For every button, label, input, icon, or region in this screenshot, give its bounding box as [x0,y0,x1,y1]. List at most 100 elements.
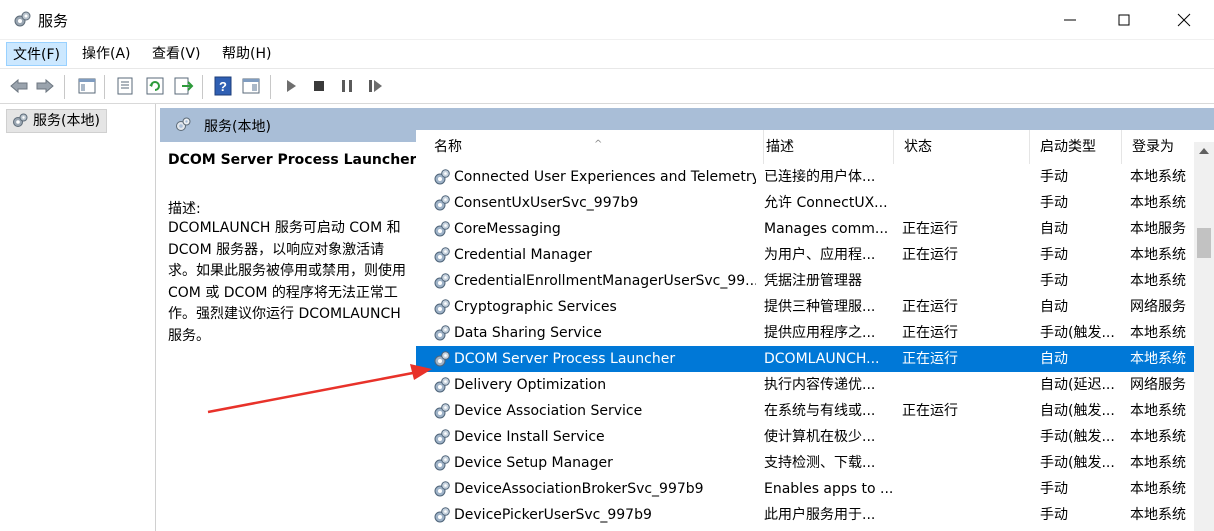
cell-description: Enables apps to ... [764,481,894,497]
column-header-logon-as[interactable]: 登录为 [1122,130,1196,164]
scroll-up-icon[interactable] [1199,148,1209,154]
table-row[interactable]: Device Association Service 在系统与有线或... 正在运行… [416,398,1196,424]
service-name-text: Connected User Experiences and Telemetry [454,169,756,185]
table-row[interactable]: DeviceAssociationBrokerSvc_997b9 Enables … [416,476,1196,502]
service-name-text: CoreMessaging [454,221,561,237]
cell-service-name: DCOM Server Process Launcher [430,346,756,372]
service-gear-icon [432,324,451,343]
toolbar-separator [202,75,203,99]
cell-service-name: Cryptographic Services [430,294,756,320]
table-row[interactable]: Cryptographic Services 提供三种管理服... 正在运行 自动 网络… [416,294,1196,320]
cell-startup-type: 自动 [1040,299,1068,315]
restart-service-icon[interactable] [364,75,386,97]
service-gear-icon [432,428,451,447]
cell-description: 已连接的用户体... [764,169,876,185]
cell-startup-type: 手动 [1040,247,1068,263]
cell-service-name: DeviceAssociationBrokerSvc_997b9 [430,476,756,502]
svg-text:?: ? [219,79,227,94]
service-gear-icon [432,194,451,213]
column-header-name[interactable]: 名称 ^ [424,130,764,164]
cell-startup-type: 手动 [1040,507,1068,523]
cell-description: 提供三种管理服... [764,299,876,315]
export-list-icon[interactable] [172,75,194,97]
cell-status [902,190,1030,216]
cell-logon-as: 本地系统 [1130,195,1186,211]
back-icon[interactable] [8,75,30,97]
table-row[interactable]: Device Setup Manager 支持检测、下载... 手动(触发... 本地… [416,450,1196,476]
table-row[interactable]: Connected User Experiences and Telemetry… [416,164,1196,190]
vertical-scrollbar[interactable] [1194,142,1214,531]
service-name-text: DevicePickerUserSvc_997b9 [454,507,652,523]
services-gear-icon [12,10,32,30]
cell-status [902,164,1030,190]
service-name-text: DeviceAssociationBrokerSvc_997b9 [454,481,704,497]
cell-description: 执行内容传递优... [764,377,876,393]
cell-status: 正在运行 [902,247,958,263]
cell-startup-type: 手动(触发... [1040,429,1115,445]
cell-logon-as: 本地系统 [1130,429,1186,445]
service-name-text: Device Install Service [454,429,605,445]
toolbar-separator [104,75,105,99]
menu-help[interactable]: 帮助(H) [216,42,277,66]
window-title: 服务 [38,12,69,30]
service-gear-icon [432,272,451,291]
cell-startup-type: 自动(延迟... [1040,377,1115,393]
table-row[interactable]: ConsentUxUserSvc_997b9 允许 ConnectUX... 手动 本… [416,190,1196,216]
start-service-icon[interactable] [280,75,302,97]
help-icon[interactable]: ? [212,75,234,97]
service-name-text: Cryptographic Services [454,299,617,315]
menu-view[interactable]: 查看(V) [146,42,207,66]
show-hide-action-pane-icon[interactable] [240,75,262,97]
cell-status [902,502,1030,528]
table-row[interactable]: Delivery Optimization 执行内容传递优... 自动(延迟... 网… [416,372,1196,398]
cell-status: 正在运行 [902,403,958,419]
table-row[interactable]: CoreMessaging Manages comm... 正在运行 自动 本地服务 [416,216,1196,242]
table-row[interactable]: Device Install Service 使计算机在极少... 手动(触发...… [416,424,1196,450]
minimize-button[interactable] [1058,8,1082,32]
cell-service-name: Delivery Optimization [430,372,756,398]
service-gear-icon [432,480,451,499]
menu-action[interactable]: 操作(A) [76,42,137,66]
console-tree-icon[interactable] [76,75,98,97]
cell-status [902,450,1030,476]
table-row[interactable]: DCOM Server Process Launcher DCOMLAUNCH..… [416,346,1196,372]
cell-logon-as: 网络服务 [1130,299,1186,315]
forward-icon[interactable] [34,75,56,97]
table-row[interactable]: CredentialEnrollmentManagerUserSvc_99...… [416,268,1196,294]
properties-icon[interactable] [114,75,136,97]
menu-file[interactable]: 文件(F) [6,42,67,66]
service-name-text: CredentialEnrollmentManagerUserSvc_99... [454,273,756,289]
service-gear-icon [432,454,451,473]
pause-service-icon[interactable] [336,75,358,97]
service-name-text: DCOM Server Process Launcher [454,351,676,367]
table-row[interactable]: DevicePickerUserSvc_997b9 此用户服务用于... 手动 本地系… [416,502,1196,528]
service-gear-icon [432,376,451,395]
column-header-description[interactable]: 描述 [756,130,894,164]
maximize-button[interactable] [1112,8,1136,32]
cell-service-name: Credential Manager [430,242,756,268]
services-pane: 服务(本地) DCOM Server Process Launcher 描述: … [160,108,1214,531]
column-header-status[interactable]: 状态 [894,130,1030,164]
cell-startup-type: 手动 [1040,273,1068,289]
cell-status [902,372,1030,398]
table-row[interactable]: Credential Manager 为用户、应用程... 正在运行 手动 本地系统 [416,242,1196,268]
tree-item-services-local[interactable]: 服务(本地) [6,109,107,133]
cell-startup-type: 手动 [1040,169,1068,185]
table-row[interactable]: Data Sharing Service 提供应用程序之... 正在运行 手动(触发.… [416,320,1196,346]
service-name-text: Data Sharing Service [454,325,602,341]
stop-service-icon[interactable] [308,75,330,97]
title-bar: 服务 [0,0,1214,40]
cell-logon-as: 本地系统 [1130,507,1186,523]
description-label: 描述: [168,201,201,217]
cell-description: Manages comm... [764,221,889,237]
refresh-icon[interactable] [144,75,166,97]
close-button[interactable] [1172,8,1196,32]
console-tree: 服务(本地) [0,104,156,531]
service-gear-icon [432,506,451,525]
cell-status [902,424,1030,450]
service-name-text: Device Association Service [454,403,643,419]
scrollbar-thumb[interactable] [1197,228,1211,258]
cell-startup-type: 手动(触发... [1040,325,1115,341]
column-header-startup-type[interactable]: 启动类型 [1030,130,1122,164]
cell-description: 支持检测、下载... [764,455,876,471]
